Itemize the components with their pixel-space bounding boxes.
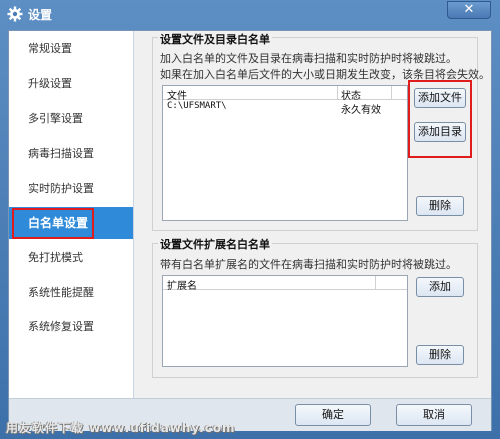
status-cell: 永久有效 — [341, 105, 381, 116]
title-bar[interactable]: 设置 ✕ — [0, 0, 500, 28]
gear-icon — [7, 6, 23, 22]
extension-desc: 带有白名单扩展名的文件在病毒扫描和实时防护时将被跳过。 — [160, 258, 457, 271]
sidebar-item-system-repair[interactable]: 系统修复设置 — [9, 311, 133, 343]
sidebar-item-do-not-disturb[interactable]: 免打扰模式 — [9, 242, 133, 274]
delete-extension-button[interactable]: 删除 — [416, 345, 464, 365]
sidebar-item-virus-scan[interactable]: 病毒扫描设置 — [9, 138, 133, 170]
watermark: 用友软件下载 www.ufidawhy.com — [6, 421, 236, 435]
files-desc-1: 加入白名单的文件及目录在病毒扫描和实时防护时将被跳过。 — [160, 52, 457, 65]
add-extension-button[interactable]: 添加 — [416, 277, 464, 297]
delete-file-button[interactable]: 删除 — [416, 196, 464, 216]
sidebar-item-realtime-protection[interactable]: 实时防护设置 — [9, 173, 133, 205]
close-icon: ✕ — [463, 2, 475, 17]
column-separator — [337, 86, 338, 100]
extension-group-title: 设置文件扩展名白名单 — [158, 236, 272, 252]
files-list-header: 文件 状态 — [163, 86, 407, 102]
extension-column-header[interactable]: 扩展名 — [167, 277, 197, 292]
sidebar-item-multi-engine[interactable]: 多引擎设置 — [9, 103, 133, 135]
close-button[interactable]: ✕ — [447, 1, 491, 19]
status-column-header[interactable]: 状态 — [341, 87, 361, 102]
cancel-button[interactable]: 取消 — [396, 404, 472, 426]
file-column-header[interactable]: 文件 — [167, 87, 187, 102]
window-title: 设置 — [28, 8, 53, 22]
column-separator — [375, 276, 376, 290]
extension-list-header: 扩展名 — [163, 276, 407, 292]
sidebar-item-performance-alert[interactable]: 系统性能提醒 — [9, 277, 133, 309]
settings-window: 设置 ✕ 常规设置 升级设置 多引擎设置 病毒扫描设置 实时防护设置 白名单设置… — [0, 0, 500, 439]
sidebar-item-upgrade[interactable]: 升级设置 — [9, 68, 133, 100]
files-list[interactable]: 文件 状态 C:\UFSMART\ 永久有效 — [162, 85, 408, 221]
extension-list[interactable]: 扩展名 — [162, 275, 408, 367]
files-group-title: 设置文件及目录白名单 — [158, 31, 272, 47]
column-separator — [391, 86, 392, 100]
file-path-cell: C:\UFSMART\ — [167, 101, 227, 111]
highlight-box-add-buttons — [408, 80, 472, 158]
highlight-box-whitelist — [12, 208, 94, 239]
sidebar-item-general[interactable]: 常规设置 — [9, 33, 133, 65]
ok-button[interactable]: 确定 — [295, 404, 371, 426]
